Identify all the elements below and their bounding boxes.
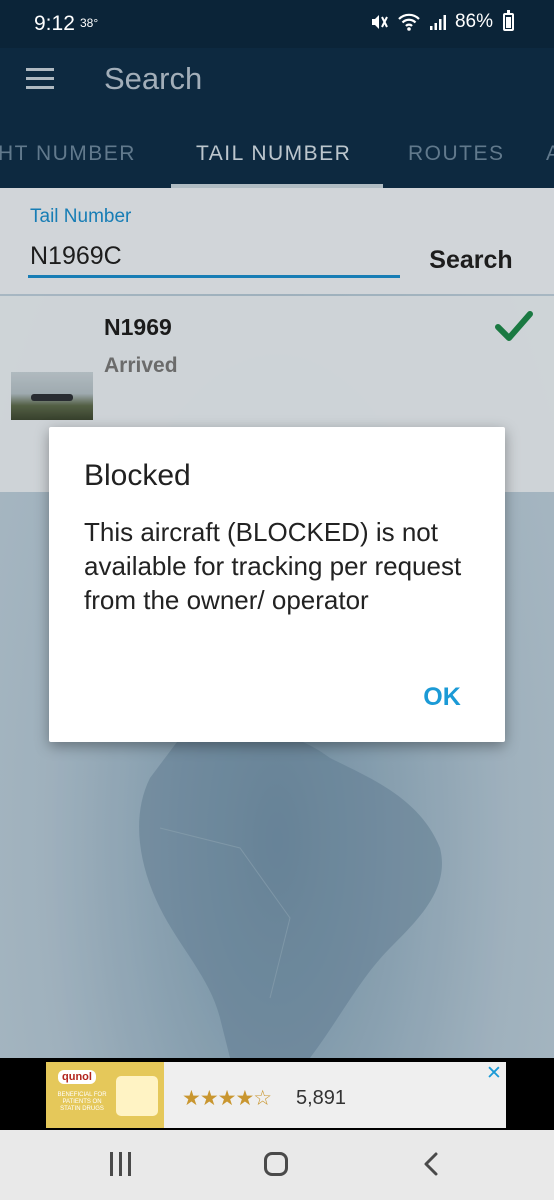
dialog-title: Blocked [84,459,191,492]
ad-review-count: 5,891 [296,1087,347,1109]
back-icon[interactable] [418,1150,446,1178]
mute-icon [371,15,388,29]
ok-button[interactable]: OK [411,677,473,717]
ad-banner[interactable]: qunol BENEFICIAL FOR PATIENTS ON STATIN … [0,1058,554,1130]
recents-icon[interactable] [110,1152,132,1176]
ad-product-box [116,1076,158,1116]
dialog-message: This aircraft (BLOCKED) is not available… [84,517,462,615]
wifi-icon [398,13,420,31]
status-time: 9:12 [34,12,75,35]
system-nav-bar [0,1130,554,1200]
signal-icon [429,15,446,30]
battery-percent: 86% [454,11,493,32]
ad-close-icon[interactable]: ✕ [486,1062,502,1085]
ad-brand: qunol [58,1070,96,1084]
status-bar: 9:12 38° 86% [0,0,554,48]
home-icon[interactable] [264,1152,288,1176]
battery-icon [503,10,514,31]
status-temperature: 38° [80,16,99,30]
ad-content[interactable]: qunol BENEFICIAL FOR PATIENTS ON STATIN … [46,1062,506,1128]
ad-product-image: qunol BENEFICIAL FOR PATIENTS ON STATIN … [46,1062,164,1128]
blocked-dialog: Blocked This aircraft (BLOCKED) is not a… [49,427,505,742]
status-icons: 86% [369,10,514,33]
ad-star-rating: ★★★★☆ [182,1087,272,1110]
ad-product-text: BENEFICIAL FOR PATIENTS ON STATIN DRUGS [57,1092,107,1112]
